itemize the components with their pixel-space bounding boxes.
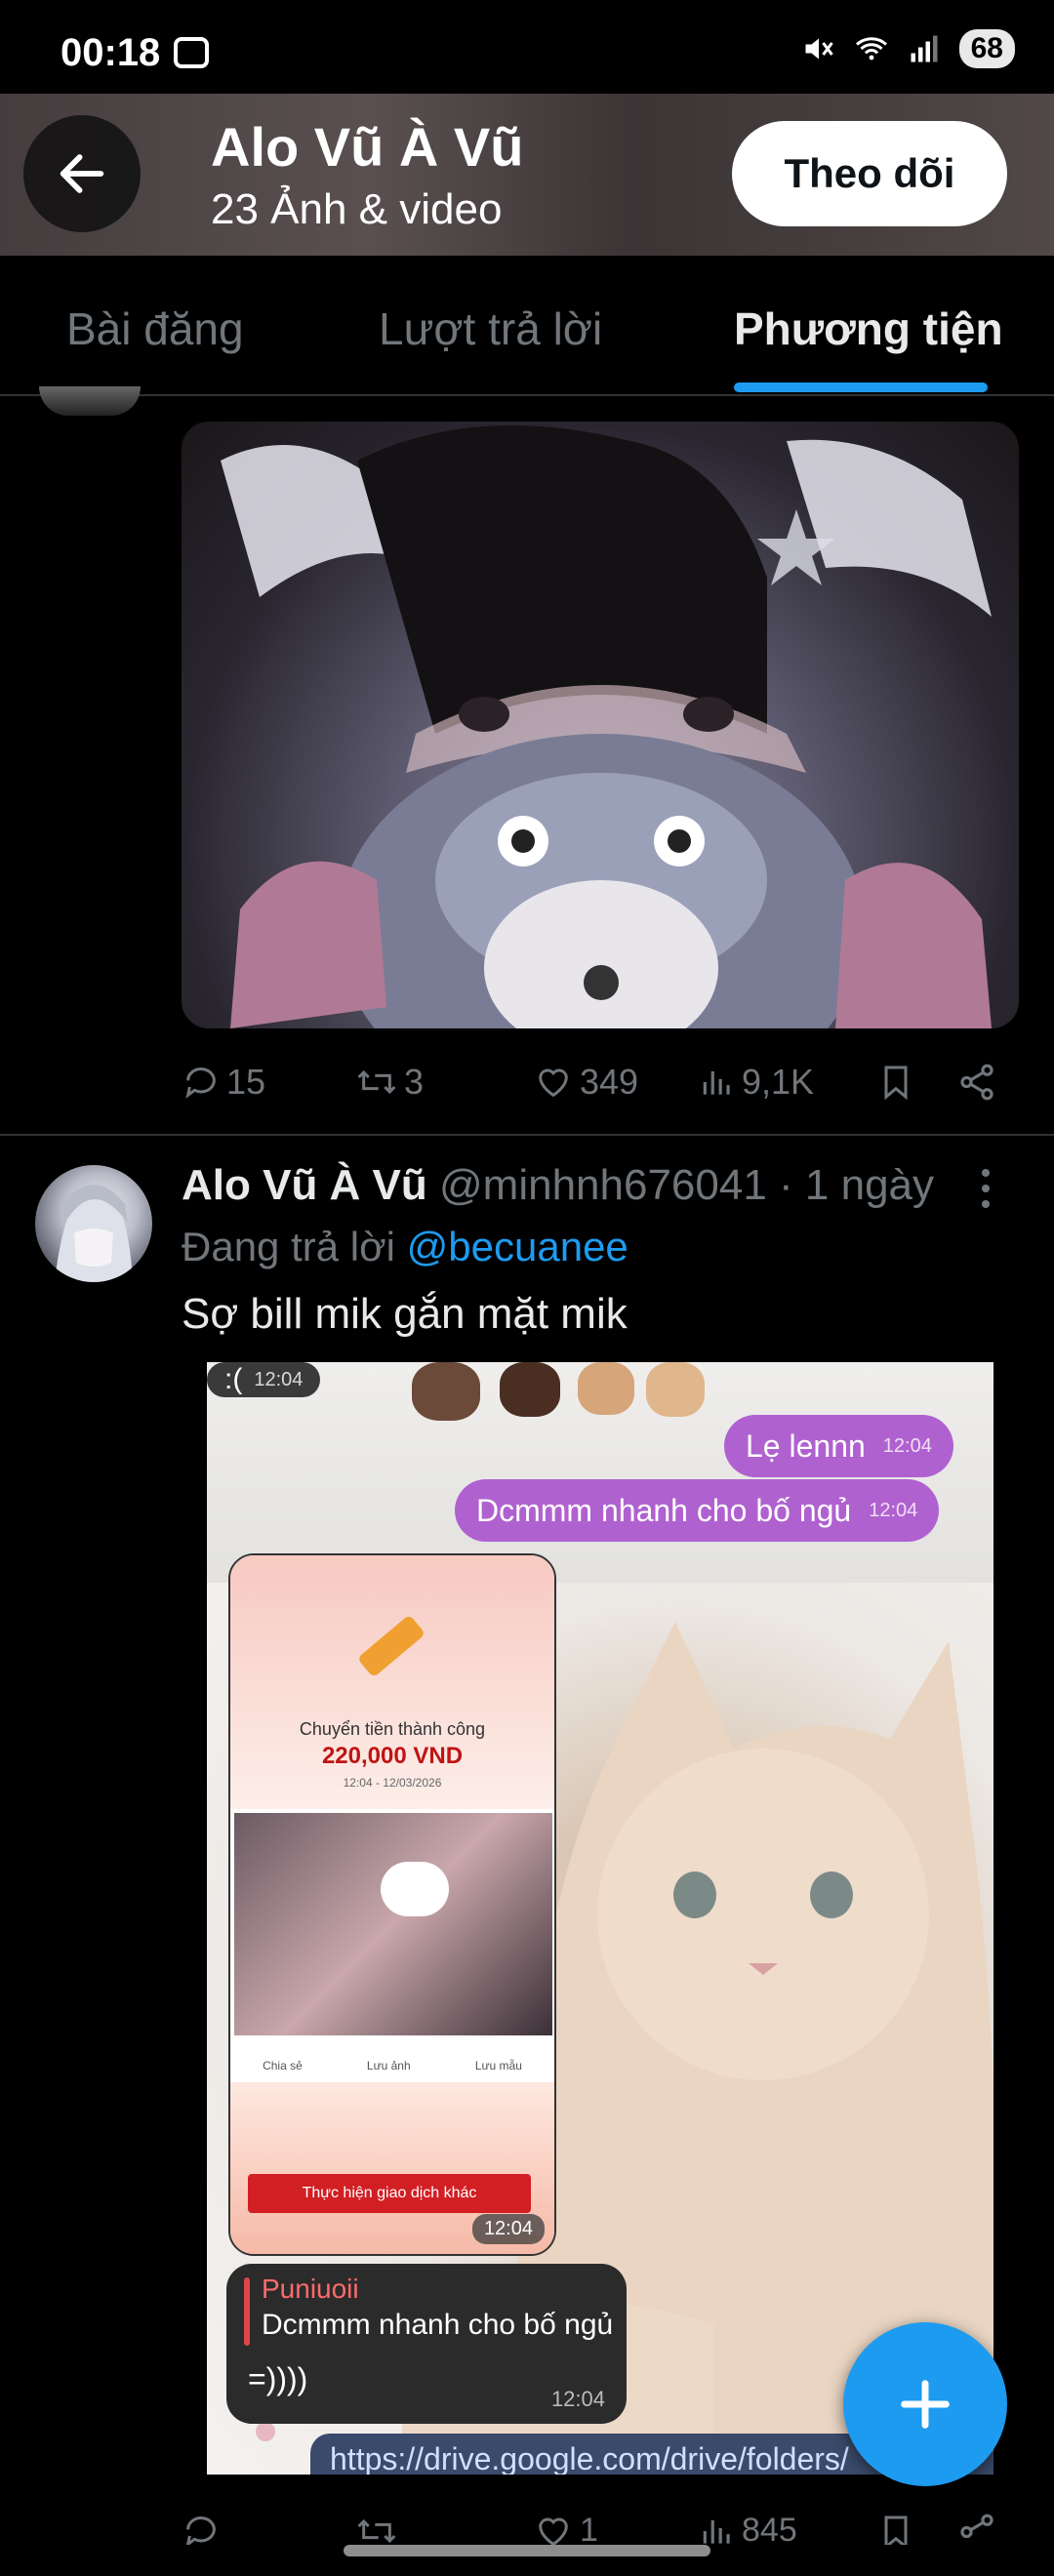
- status-bar: 00:18 68: [0, 0, 1054, 94]
- share-icon: [960, 1064, 993, 1101]
- chat-time: 12:04: [550, 2387, 605, 2411]
- chat-time: 12:04: [869, 1499, 918, 1521]
- reply-icon: [185, 1067, 216, 1099]
- receipt-amount: 220,000 VND: [321, 1743, 464, 1769]
- receipt-time: 12:04: [471, 2214, 545, 2244]
- receipt-photo: [234, 1813, 552, 2035]
- chat-text: Dcmmm nhanh cho bố ngủ: [476, 1492, 852, 1528]
- active-tab-indicator: [734, 382, 988, 392]
- repost-icon[interactable]: [355, 2512, 398, 2545]
- avatar-illustration: [55, 1185, 133, 1282]
- media-count: 23 Ảnh & video: [211, 185, 503, 233]
- share-icon[interactable]: [956, 2512, 997, 2545]
- views-button[interactable]: 9,1K: [699, 1062, 814, 1103]
- status-icons: 68: [801, 29, 1015, 68]
- profile-tabs: Bài đăng Lượt trả lời Phương tiện: [0, 256, 1054, 396]
- heart-icon: [539, 2517, 568, 2545]
- post-actions: 15 3 349 9,1K: [182, 1048, 1019, 1116]
- post-media-image[interactable]: :( 12:04 Lẹ lennn 12:04 Dcmmm nhanh cho …: [207, 1362, 993, 2475]
- battery-indicator: 68: [958, 29, 1015, 68]
- view-count: 845: [742, 2512, 797, 2545]
- heart-icon: [539, 1068, 568, 1098]
- author-name[interactable]: Alo Vũ À Vũ: [182, 1161, 427, 1209]
- status-time: 00:18: [61, 31, 161, 74]
- post-text: Sợ bill mik gắn mặt mik: [182, 1290, 628, 1338]
- quote-bar: [244, 2277, 250, 2346]
- bookmark-icon: [884, 1066, 908, 1101]
- quote-text: Dcmmm nhanh cho bố ngủ: [262, 2309, 614, 2341]
- tab-replies[interactable]: Lượt trả lời: [379, 302, 602, 355]
- author-meta: @minhnh676041 · 1 ngày: [439, 1161, 935, 1209]
- more-options-icon[interactable]: [982, 1169, 992, 1216]
- repost-button[interactable]: 3: [355, 1062, 424, 1103]
- receipt-option: Lưu mẫu: [474, 2059, 522, 2073]
- replying-to: Đang trả lời @becuanee: [182, 1224, 628, 1270]
- chat-screenshot-top: :( 12:04 Lẹ lennn 12:04 Dcmmm nhanh cho …: [207, 1362, 993, 1583]
- reply-count: 15: [226, 1062, 266, 1102]
- bank-receipt-screenshot: Chuyển tiền thành công 220,000 VND 12:04…: [228, 1553, 556, 2256]
- chat-bubble-incoming: :( 12:04: [207, 1362, 321, 1397]
- like-button[interactable]: 1: [533, 2512, 598, 2545]
- replying-to-label: Đang trả lời: [182, 1224, 407, 1269]
- like-button[interactable]: 349: [533, 1062, 638, 1103]
- cookie-shape: [412, 1362, 480, 1421]
- avatar[interactable]: [39, 386, 141, 416]
- bookmark-icon[interactable]: [876, 2512, 915, 2545]
- signal-icon: [911, 35, 938, 62]
- views-icon: [703, 1070, 730, 1095]
- receipt-header: [230, 1555, 554, 1809]
- repost-count: 3: [404, 1062, 425, 1102]
- bookmark-button[interactable]: [876, 1062, 915, 1103]
- post-media-image[interactable]: [182, 422, 1019, 1028]
- avatar[interactable]: [35, 1165, 152, 1282]
- view-count: 9,1K: [742, 1062, 815, 1102]
- chat-bubble-outgoing: Lẹ lennn 12:04: [724, 1415, 953, 1477]
- back-button[interactable]: [23, 115, 141, 232]
- screen-record-icon: [174, 37, 209, 68]
- mute-icon: [805, 38, 833, 60]
- sticker-icon: [381, 1862, 449, 1916]
- chat-text: Lẹ lennn: [746, 1428, 866, 1464]
- receipt-date: 12:04 - 12/03/2026: [343, 1776, 442, 1790]
- chat-text: =)))): [248, 2361, 308, 2396]
- profile-name: Alo Vũ À Vũ: [211, 116, 524, 178]
- home-indicator[interactable]: [344, 2545, 710, 2556]
- share-button[interactable]: [956, 1062, 997, 1103]
- receipt-cta: Thực hiện giao dịch khác: [248, 2174, 531, 2213]
- chat-time: 12:04: [254, 1368, 304, 1390]
- receipt-option: Lưu ảnh: [366, 2059, 411, 2073]
- photo-illustration: [221, 425, 992, 1028]
- post-header: Alo Vũ À Vũ @minhnh676041 · 1 ngày: [182, 1161, 934, 1210]
- reply-icon[interactable]: [182, 2512, 221, 2545]
- tab-media[interactable]: Phương tiện: [734, 302, 1003, 355]
- follow-button[interactable]: Theo dõi: [732, 121, 1007, 226]
- receipt-title: Chuyển tiền thành công: [299, 1719, 486, 1739]
- receipt-option: Chia sẻ: [263, 2059, 303, 2073]
- views-button[interactable]: 845: [699, 2512, 797, 2545]
- post-actions: 1 845: [182, 2506, 1019, 2545]
- plus-icon: [901, 2380, 950, 2429]
- cookie-shape: [646, 1362, 705, 1417]
- repost-icon: [357, 1069, 396, 1095]
- chat-bubble-quote: Puniuoii Dcmmm nhanh cho bố ngủ =)))) 12…: [226, 2264, 627, 2424]
- chat-time: 12:04: [882, 1434, 932, 1457]
- arrow-left-icon: [60, 154, 104, 193]
- receipt-options: Chia sẻ Lưu ảnh Lưu mẫu: [230, 2059, 554, 2073]
- chat-text: :(: [224, 1363, 243, 1395]
- reply-button[interactable]: 15: [182, 1062, 265, 1103]
- like-count: 1: [580, 2512, 598, 2545]
- post-divider: [0, 1134, 1054, 1136]
- like-count: 349: [580, 1062, 639, 1102]
- chat-bubble-outgoing: Dcmmm nhanh cho bố ngủ 12:04: [455, 1479, 940, 1542]
- mention-link[interactable]: @becuanee: [407, 1224, 628, 1269]
- profile-header: Alo Vũ À Vũ 23 Ảnh & video Theo dõi: [0, 94, 1054, 256]
- tab-posts[interactable]: Bài đăng: [66, 302, 244, 355]
- compose-button[interactable]: [843, 2322, 1007, 2486]
- cookie-shape: [578, 1362, 634, 1415]
- quote-author: Puniuoii: [262, 2274, 359, 2304]
- cookie-shape: [500, 1362, 560, 1417]
- views-icon: [703, 2519, 730, 2544]
- wifi-icon: [855, 37, 887, 60]
